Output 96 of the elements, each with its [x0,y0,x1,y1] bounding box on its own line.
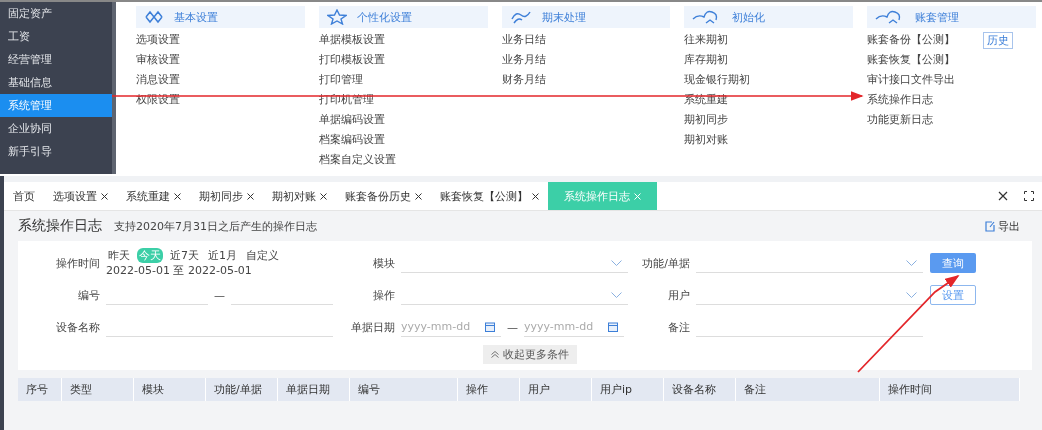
menu-item[interactable]: 业务日结 [501,34,546,46]
tab[interactable]: 账套恢复【公测】 [431,182,548,210]
date-option[interactable]: 自定义 [244,248,281,263]
menu-item[interactable]: 打印模板设置 [318,54,385,66]
column-header: 单据日期 [278,378,350,401]
menu-item[interactable]: 功能更新日志 [867,114,934,126]
menu-item[interactable]: 选项设置 [136,34,180,46]
menu-section-title: 期末处理 [541,9,586,25]
tab[interactable]: 系统重建 [117,182,190,210]
close-icon[interactable] [320,192,327,200]
column-header: 设备名称 [664,378,736,401]
date-range-text: 2022-05-01 至 2022-05-01 [106,263,253,278]
page-subtitle: 支持2020年7月31日之后产生的操作日志 [114,218,317,234]
date-option[interactable]: 近7天 [168,248,201,263]
sidebar-item[interactable]: 基础信息 [0,71,112,94]
filter-label: 编号 [77,287,100,303]
page-title: 系统操作日志 [18,217,102,235]
filter-label: 操作时间 [55,255,100,271]
chevron-down-icon [611,259,622,266]
menu-item[interactable]: 档案编码设置 [318,134,385,146]
close-icon[interactable] [101,192,108,200]
close-icon[interactable] [174,192,181,200]
fullscreen-icon[interactable] [1024,191,1034,201]
chevron-down-icon [906,291,917,298]
star-icon [326,9,347,25]
menu-item[interactable]: 往来期初 [684,34,729,46]
menu-section-title: 初始化 [732,9,766,25]
close-icon[interactable] [247,192,254,200]
menu-item[interactable]: 系统重建 [684,94,729,106]
date-option[interactable]: 昨天 [106,248,132,263]
menu-item[interactable]: 业务月结 [501,54,546,66]
date-option[interactable]: 近1月 [206,248,239,263]
menu-item[interactable]: 审计接口文件导出 [867,74,956,86]
range-separator: — [507,320,518,334]
history-button[interactable]: 历史 [983,31,1014,49]
menu-section-title: 基本设置 [174,9,218,25]
sidebar-item[interactable]: 经营管理 [0,48,112,71]
menu-item[interactable]: 审核设置 [136,54,180,66]
menu-item[interactable]: 打印管理 [318,74,363,86]
tab[interactable]: 账套备份历史 [336,182,431,210]
filter-label: 操作 [372,287,395,303]
filter-label: 功能/单据 [641,255,690,271]
chevron-down-icon [906,259,917,266]
tab[interactable]: 期初同步 [190,182,263,210]
column-header: 模块 [134,378,206,401]
filter-label: 设备名称 [55,319,100,335]
column-header: 用户ip [592,378,664,401]
menu-section-title: 账套管理 [915,9,960,25]
column-header: 用户 [520,378,592,401]
date-input[interactable]: yyyy-mm-dd [401,320,485,333]
collapse-button[interactable]: 收起更多条件 [483,345,577,364]
filter-label: 用户 [667,287,690,303]
filter-label: 单据日期 [350,319,395,335]
sidebar-item[interactable]: 工资 [0,25,112,48]
close-icon[interactable] [532,192,539,200]
filter-label: 模块 [372,255,395,271]
export-icon [985,220,995,232]
calendar-icon [485,321,495,332]
tab[interactable]: 首页 [4,182,44,210]
menu-item[interactable]: 消息设置 [136,74,180,86]
menu-item[interactable]: 系统操作日志 [867,94,934,106]
menu-section-title: 个性化设置 [356,9,412,25]
wave-icon [509,9,532,25]
column-header: 备注 [736,378,880,401]
column-header: 操作时间 [880,378,1020,401]
menu-item[interactable]: 库存期初 [684,54,729,66]
column-header: 编号 [350,378,458,401]
chevron-down-icon [611,291,622,298]
column-header: 功能/单据 [206,378,278,401]
export-button[interactable]: 导出 [985,218,1032,234]
menu-item[interactable]: 单据编码设置 [318,114,385,126]
menu-item[interactable]: 账套恢复【公测】 [867,54,956,66]
menu-item[interactable]: 现金银行期初 [684,74,751,86]
tab[interactable]: 期初对账 [263,182,336,210]
sidebar-item[interactable]: 新手引导 [0,140,112,163]
column-header: 操作 [458,378,520,401]
menu-item[interactable]: 打印机管理 [318,94,374,106]
chevron-up-icon [491,351,499,358]
menu-item[interactable]: 期初对账 [684,134,729,146]
menu-item[interactable]: 档案自定义设置 [318,154,396,166]
menu-item[interactable]: 期初同步 [684,114,729,126]
menu-item[interactable]: 财务月结 [501,74,546,86]
sidebar-item[interactable]: 固定资产 [0,2,112,25]
calendar-icon [608,321,618,332]
range-separator: — [214,288,225,302]
filter-label: 备注 [667,319,690,335]
column-header: 序号 [18,378,62,401]
tab[interactable]: 选项设置 [44,182,117,210]
menu-item[interactable]: 权限设置 [136,94,180,106]
sidebar-item[interactable]: 企业协同 [0,117,112,140]
close-icon[interactable] [998,191,1008,201]
date-input[interactable]: yyyy-mm-dd [524,320,608,333]
menu-item[interactable]: 单据模板设置 [318,34,385,46]
menu-item[interactable]: 账套备份【公测】 [867,34,956,46]
column-header: 类型 [62,378,134,401]
close-icon[interactable] [415,192,422,200]
